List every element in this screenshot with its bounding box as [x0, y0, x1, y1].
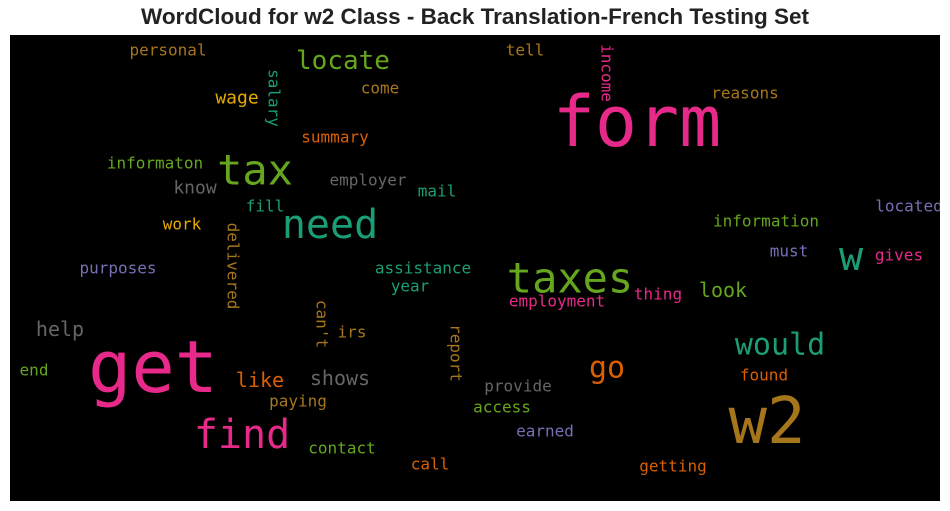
word-locate: locate — [296, 46, 390, 76]
word-earned: earned — [516, 422, 574, 441]
wordcloud-canvas: formgetw2taxestaxneedfindwwouldgolocates… — [10, 35, 940, 501]
chart-title: WordCloud for w2 Class - Back Translatio… — [140, 4, 810, 29]
word-form: form — [553, 81, 722, 163]
word-access: access — [473, 398, 531, 417]
word-income: income — [598, 44, 617, 102]
word-assistance: assistance — [375, 259, 471, 278]
word-found: found — [740, 366, 788, 385]
word-call: call — [411, 455, 450, 474]
word-mail: mail — [418, 182, 457, 201]
word-get: get — [88, 325, 218, 409]
word-delivered: delivered — [224, 223, 243, 310]
word-can-t: can't — [313, 300, 332, 348]
word-shows: shows — [310, 366, 370, 390]
word-getting: getting — [639, 457, 706, 476]
word-gives: gives — [875, 246, 923, 265]
word-look: look — [699, 278, 747, 302]
word-w: w — [839, 234, 864, 280]
word-fill: fill — [246, 197, 285, 216]
word-need: need — [282, 202, 378, 248]
word-informaton: informaton — [107, 154, 203, 173]
word-go: go — [589, 351, 625, 386]
word-year: year — [391, 277, 430, 296]
word-employer: employer — [329, 171, 406, 190]
word-summary: summary — [301, 128, 369, 147]
word-personal: personal — [129, 41, 206, 60]
word-located: located — [875, 197, 940, 216]
word-come: come — [361, 79, 400, 98]
word-end: end — [20, 361, 49, 380]
word-wage: wage — [215, 88, 258, 109]
word-paying: paying — [269, 392, 327, 411]
word-report: report — [447, 324, 466, 382]
word-contact: contact — [308, 439, 375, 458]
word-irs: irs — [338, 323, 367, 342]
word-like: like — [236, 368, 284, 392]
word-help: help — [36, 317, 84, 341]
word-w2: w2 — [728, 385, 805, 459]
word-salary: salary — [265, 69, 284, 127]
word-information: information — [713, 212, 819, 231]
word-must: must — [770, 242, 809, 261]
word-work: work — [163, 215, 202, 234]
word-would: would — [735, 328, 825, 363]
word-know: know — [173, 178, 217, 199]
word-provide: provide — [484, 377, 551, 396]
word-tax: tax — [217, 146, 293, 195]
word-employment: employment — [509, 292, 605, 311]
word-reasons: reasons — [711, 84, 778, 103]
word-tell: tell — [506, 41, 545, 60]
word-thing: thing — [634, 285, 682, 304]
word-find: find — [194, 412, 290, 458]
word-purposes: purposes — [79, 259, 156, 278]
